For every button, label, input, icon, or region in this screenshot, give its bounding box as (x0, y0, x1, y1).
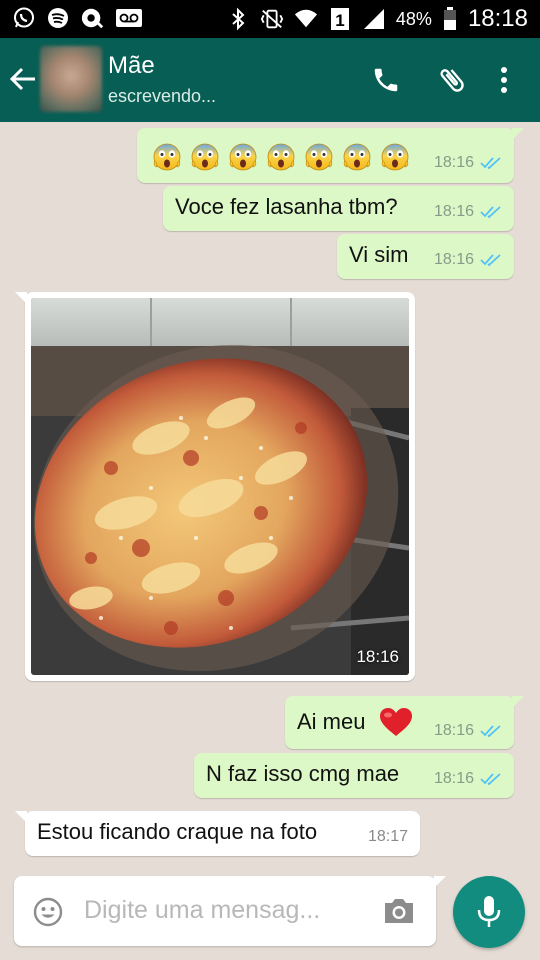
message-time: 18:16 (433, 251, 474, 268)
message-meta: 18:16 (434, 722, 502, 740)
chat-header: Mãe escrevendo... (0, 38, 540, 122)
incoming-image-message[interactable]: 18:16 (15, 292, 415, 681)
avatar[interactable] (40, 46, 102, 112)
more-vert-icon (501, 67, 507, 93)
double-check-read-icon (480, 206, 501, 219)
phone-icon (374, 68, 398, 92)
message-time: 18:16 (433, 154, 474, 171)
message-meta: 18:16 (434, 251, 502, 269)
message-input[interactable]: Digite uma mensag... (84, 896, 320, 925)
heart-icon (380, 708, 412, 736)
status-bar: 1 48% 18:18 (0, 0, 540, 38)
message-list[interactable]: 18:16 Voce fez lasanha tbm? 18:16 Vi sim… (0, 122, 540, 870)
back-arrow-icon (9, 67, 35, 91)
mic-icon (477, 896, 501, 927)
more-options-button[interactable] (482, 58, 526, 102)
message-meta: 18:16 (434, 203, 502, 221)
system-icons: 1 48% 18:18 (226, 0, 528, 38)
outgoing-message[interactable]: Voce fez lasanha tbm? 18:16 (163, 186, 514, 231)
paperclip-icon (440, 69, 464, 92)
contact-name[interactable]: Mãe (108, 52, 155, 80)
voicemail-icon (114, 6, 144, 30)
message-time: 18:16 (433, 770, 474, 787)
mic-button[interactable] (453, 876, 525, 948)
podcast-icon (80, 6, 104, 30)
image-time: 18:16 (356, 647, 399, 666)
message-meta: 18:17 (368, 828, 408, 846)
contact-status: escrevendo... (108, 86, 217, 106)
message-composer[interactable]: Digite uma mensag... (14, 876, 446, 946)
emoji-icon[interactable] (32, 896, 64, 928)
outgoing-message[interactable]: 18:16 (137, 128, 524, 183)
message-text: Voce fez lasanha tbm? (175, 194, 398, 219)
double-check-read-icon (480, 157, 501, 170)
scream-emoji-row (151, 140, 411, 172)
notification-icons (12, 6, 144, 30)
message-text: Vi sim (349, 242, 409, 267)
camera-icon[interactable] (382, 896, 416, 926)
lasagna-photo[interactable]: 18:16 (31, 298, 409, 675)
message-text: Estou ficando craque na foto (37, 819, 318, 844)
message-time: 18:17 (367, 828, 408, 845)
scream-emoji-icon (381, 143, 409, 171)
battery-icon (442, 7, 458, 31)
wifi-icon (294, 7, 318, 31)
sim-slot-number: 1 (335, 11, 344, 30)
message-text: N faz isso cmg mae (206, 761, 400, 786)
bluetooth-icon (226, 7, 250, 31)
status-time: 18:18 (467, 5, 528, 32)
scream-emoji-icon (343, 143, 371, 171)
spotify-icon (46, 6, 70, 30)
outgoing-message[interactable]: Ai meu 18:16 (285, 696, 524, 749)
scream-emoji-icon (229, 143, 257, 171)
vibrate-icon (260, 7, 284, 31)
scream-emoji-icon (305, 143, 333, 171)
message-time: 18:16 (433, 722, 474, 739)
message-time: 18:16 (433, 203, 474, 220)
message-meta: 18:16 (434, 154, 502, 172)
scream-emoji-icon (153, 143, 181, 171)
voice-call-button[interactable] (364, 58, 408, 102)
back-button[interactable] (8, 60, 44, 100)
signal-icon (362, 7, 386, 31)
double-check-read-icon (480, 725, 501, 738)
battery-percent: 48% (395, 8, 432, 29)
incoming-message[interactable]: Estou ficando craque na foto 18:17 (15, 811, 420, 856)
message-meta: 18:16 (434, 770, 502, 788)
outgoing-message[interactable]: N faz isso cmg mae 18:16 (194, 753, 514, 798)
double-check-read-icon (480, 773, 501, 786)
message-text: Ai meu (297, 709, 366, 734)
attach-button[interactable] (430, 58, 474, 102)
scream-emoji-icon (267, 143, 295, 171)
whatsapp-icon (12, 6, 36, 30)
scream-emoji-icon (191, 143, 219, 171)
double-check-read-icon (480, 254, 501, 267)
sim-icon: 1 (328, 7, 352, 31)
outgoing-message[interactable]: Vi sim 18:16 (337, 234, 514, 279)
